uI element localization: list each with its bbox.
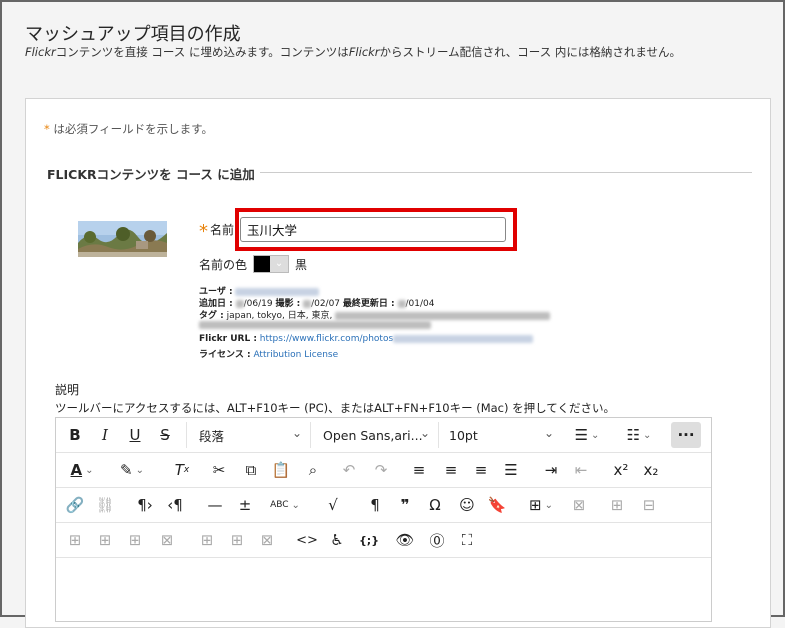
ltr-icon[interactable]: ¶› bbox=[132, 492, 158, 518]
clear-format-icon[interactable]: Tx bbox=[170, 457, 194, 483]
color-label: 名前の色 bbox=[199, 257, 248, 272]
delete-row-icon[interactable]: ⊠ bbox=[154, 527, 180, 553]
color-picker[interactable]: ⌄ bbox=[253, 255, 290, 273]
align-center-icon[interactable]: ≡ bbox=[438, 457, 464, 483]
emoji-icon[interactable]: ☺ bbox=[454, 492, 480, 518]
bullet-list-icon[interactable]: ☰ ⌄ bbox=[566, 422, 608, 448]
subscript-icon[interactable]: x₂ bbox=[638, 457, 664, 483]
accessibility-icon[interactable]: ♿ bbox=[324, 527, 350, 553]
name-color-row: 名前の色 ⌄ 黒 bbox=[199, 255, 307, 273]
meta-license: ライセンス : Attribution License bbox=[199, 350, 339, 360]
delete-table-icon[interactable]: ⊠ bbox=[566, 492, 592, 518]
section-title: FLICKRコンテンツを コース に追加 bbox=[47, 167, 255, 182]
align-left-icon[interactable]: ≡ bbox=[406, 457, 432, 483]
color-swatch bbox=[254, 256, 271, 272]
insert-row-before-icon[interactable]: ⊞ bbox=[92, 527, 118, 553]
toolbar-row-2: A ⌄ ✎ ⌄ Tx ✂ ⧉ 📋 ⌕ ↶ ↷ ≡ ≡ ≡ ☰ ⇥ ⇤ x² x₂ bbox=[56, 453, 711, 488]
help-icon[interactable]: ⓪ bbox=[424, 527, 450, 553]
underline-icon[interactable]: U bbox=[124, 422, 146, 448]
outdent-icon[interactable]: ⇤ bbox=[568, 457, 594, 483]
insert-below-icon[interactable]: ± bbox=[232, 492, 258, 518]
numbered-list-icon[interactable]: ☷ ⌄ bbox=[618, 422, 660, 448]
italic-icon[interactable]: I bbox=[94, 422, 116, 448]
align-justify-icon[interactable]: ☰ bbox=[498, 457, 524, 483]
page-title: マッシュアップ項目の作成 bbox=[25, 24, 241, 45]
more-icon[interactable]: ··· bbox=[671, 422, 701, 448]
highlight-box bbox=[235, 208, 517, 251]
user-name-redacted bbox=[235, 287, 320, 296]
cell-props-icon[interactable]: ⊞ bbox=[62, 527, 88, 553]
font-select[interactable]: Open Sans,ari... ⌄ bbox=[310, 422, 434, 448]
table-row-icon[interactable]: ⊟ bbox=[636, 492, 662, 518]
meta-tags-more bbox=[199, 320, 431, 330]
text-color-icon[interactable]: A ⌄ bbox=[62, 457, 102, 483]
bold-icon[interactable]: B bbox=[64, 422, 86, 448]
insert-col-before-icon[interactable]: ⊞ bbox=[194, 527, 220, 553]
flickr-thumbnail bbox=[78, 221, 167, 257]
insert-col-after-icon[interactable]: ⊞ bbox=[224, 527, 250, 553]
math-icon[interactable]: √ bbox=[320, 492, 346, 518]
fullscreen-icon[interactable]: ⛶ bbox=[454, 527, 480, 553]
page-subtitle: Flickrコンテンツを直接 コース に埋め込みます。コンテンツはFlickrか… bbox=[25, 45, 682, 59]
quote-icon[interactable]: ❞ bbox=[392, 492, 418, 518]
paragraph-select[interactable]: 段落 ⌄ bbox=[186, 422, 306, 448]
source-code-icon[interactable]: <> bbox=[294, 527, 320, 553]
table-icon[interactable]: ⊞ ⌄ bbox=[520, 492, 562, 518]
paragraph-mark-icon[interactable]: ¶ bbox=[362, 492, 388, 518]
toolbar-row-1: B I U S 段落 ⌄ Open Sans,ari... ⌄ 10pt ⌄ ☰ ⌄ ☷… bbox=[56, 418, 711, 453]
superscript-icon[interactable]: x² bbox=[608, 457, 634, 483]
table-props-icon[interactable]: ⊞ bbox=[604, 492, 630, 518]
omega-icon[interactable]: Ω bbox=[422, 492, 448, 518]
color-name: 黒 bbox=[295, 257, 308, 272]
toolbar-row-4: ⊞ ⊞ ⊞ ⊠ ⊞ ⊞ ⊠ <> ♿ {;} 👁 ⓪ ⛶ bbox=[56, 523, 711, 558]
horizontal-rule-icon[interactable]: — bbox=[202, 492, 228, 518]
font-size-select[interactable]: 10pt ⌄ bbox=[438, 422, 558, 448]
toolbar-help-text: ツールバーにアクセスするには、ALT+F10キー (PC)、またはALT+FN+… bbox=[55, 401, 615, 415]
flickr-url-link[interactable]: https://www.flickr.com/photos bbox=[260, 334, 393, 344]
redo-icon[interactable]: ↷ bbox=[368, 457, 394, 483]
preview-icon[interactable]: 👁 bbox=[392, 527, 418, 553]
toolbar-row-3: 🔗 ⛓ ¶› ‹¶ — ± ABC ⌄ √ ¶ ❞ Ω ☺ 🔖 ⊞ ⌄ ⊠ ⊞ ⊟ bbox=[56, 488, 711, 523]
rtl-icon[interactable]: ‹¶ bbox=[162, 492, 188, 518]
name-label: * 名前 bbox=[199, 221, 235, 242]
description-label: 説明 bbox=[55, 383, 80, 397]
unlink-icon[interactable]: ⛓ bbox=[92, 492, 118, 518]
link-icon[interactable]: 🔗 bbox=[62, 492, 88, 518]
find-icon[interactable]: ⌕ bbox=[300, 457, 326, 483]
license-link[interactable]: Attribution License bbox=[253, 350, 338, 360]
strikethrough-icon[interactable]: S bbox=[154, 422, 176, 448]
undo-icon[interactable]: ↶ bbox=[336, 457, 362, 483]
insert-row-after-icon[interactable]: ⊞ bbox=[122, 527, 148, 553]
indent-icon[interactable]: ⇥ bbox=[538, 457, 564, 483]
required-note: * は必須フィールドを示します。 bbox=[44, 122, 214, 136]
highlight-color-icon[interactable]: ✎ ⌄ bbox=[110, 457, 154, 483]
cut-icon[interactable]: ✂ bbox=[206, 457, 232, 483]
section-divider bbox=[260, 172, 752, 173]
spellcheck-icon[interactable]: ABC ⌄ bbox=[264, 492, 306, 518]
bookmark-icon[interactable]: 🔖 bbox=[484, 492, 510, 518]
align-right-icon[interactable]: ≡ bbox=[468, 457, 494, 483]
meta-url: Flickr URL : https://www.flickr.com/phot… bbox=[199, 334, 534, 344]
delete-col-icon[interactable]: ⊠ bbox=[254, 527, 280, 553]
chevron-down-icon: ⌄ bbox=[270, 256, 289, 272]
copy-icon[interactable]: ⧉ bbox=[238, 457, 264, 483]
paste-icon[interactable]: 📋 bbox=[268, 457, 294, 483]
code-sample-icon[interactable]: {;} bbox=[354, 527, 384, 553]
rich-text-editor[interactable]: B I U S 段落 ⌄ Open Sans,ari... ⌄ 10pt ⌄ ☰ ⌄ ☷… bbox=[55, 417, 712, 622]
